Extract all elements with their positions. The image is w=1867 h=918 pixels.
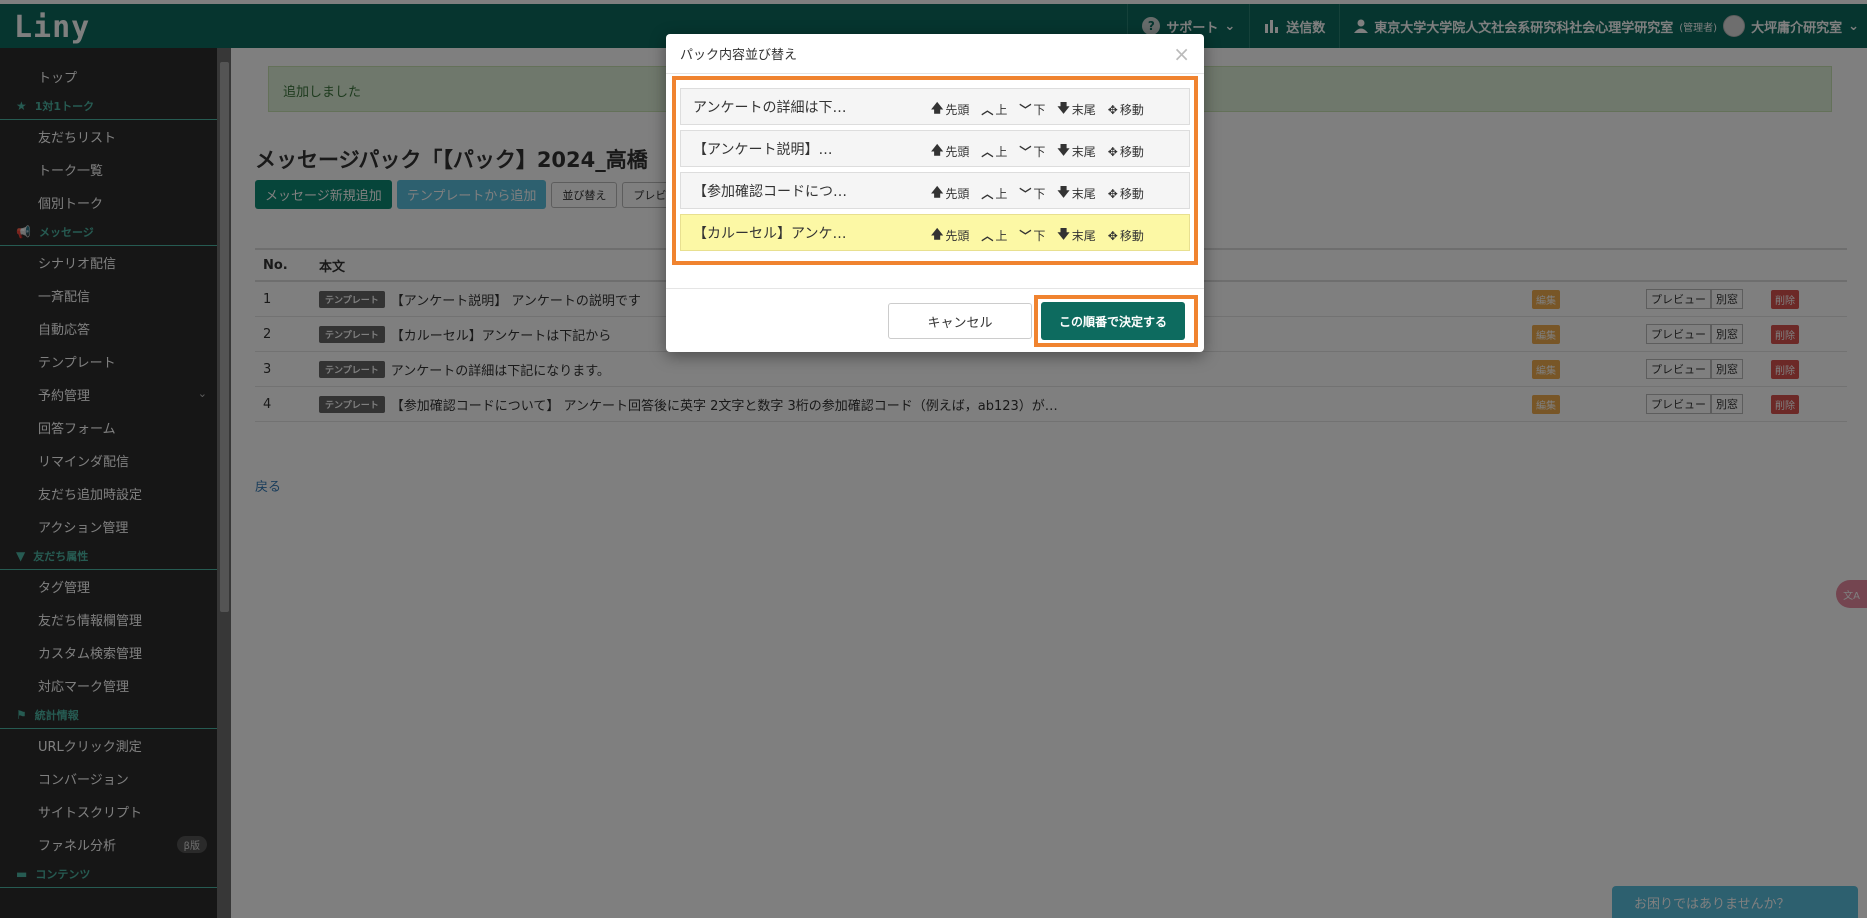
modal-header: パック内容並び替え × (666, 34, 1204, 74)
move-label: 移動 (1119, 229, 1144, 243)
move-down-label: 下 (1033, 187, 1046, 201)
chevron-up-icon: ︿ (981, 103, 994, 117)
move-last-button[interactable]: 🡇 末尾 (1057, 99, 1095, 120)
move-down-button[interactable]: ﹀ 下 (1019, 141, 1045, 162)
drag-handle[interactable]: ✥ 移動 (1108, 225, 1144, 246)
reorder-item[interactable]: 【カルーセル】アンケ… 🡅 先頭 ︿ 上 ﹀ 下 🡇 末尾 ✥ 移動 (680, 214, 1190, 251)
move-last-label: 末尾 (1071, 187, 1096, 201)
move-first-button[interactable]: 🡅 先頭 (931, 225, 969, 246)
reorder-actions: 🡅 先頭 ︿ 上 ﹀ 下 🡇 末尾 ✥ 移動 (931, 183, 1144, 204)
move-last-label: 末尾 (1071, 103, 1096, 117)
move-last-button[interactable]: 🡇 末尾 (1057, 225, 1095, 246)
drag-handle[interactable]: ✥ 移動 (1108, 99, 1144, 120)
move-down-label: 下 (1033, 103, 1046, 117)
move-arrows-icon: ✥ (1107, 144, 1118, 159)
move-down-button[interactable]: ﹀ 下 (1019, 99, 1045, 120)
arrow-down-bold-icon: 🡇 (1057, 227, 1070, 241)
close-icon[interactable]: × (1173, 42, 1190, 66)
move-down-label: 下 (1033, 145, 1046, 159)
arrow-down-bold-icon: 🡇 (1057, 185, 1070, 199)
reorder-item[interactable]: 【参加確認コードにつ… 🡅 先頭 ︿ 上 ﹀ 下 🡇 末尾 ✥ 移動 (680, 172, 1190, 209)
chevron-down-icon: ﹀ (1019, 187, 1032, 201)
arrow-down-bold-icon: 🡇 (1057, 101, 1070, 115)
reorder-modal: パック内容並び替え × アンケートの詳細は下… 🡅 先頭 ︿ 上 ﹀ 下 🡇 末尾 ✥ 移動 【アンケ… (666, 34, 1204, 352)
move-up-label: 上 (995, 145, 1008, 159)
reorder-item[interactable]: 【アンケート説明】… 🡅 先頭 ︿ 上 ﹀ 下 🡇 末尾 ✥ 移動 (680, 130, 1190, 167)
move-arrows-icon: ✥ (1107, 102, 1118, 117)
cancel-button[interactable]: キャンセル (888, 303, 1032, 339)
confirm-order-button[interactable]: この順番で決定する (1041, 302, 1185, 340)
reorder-item-text: 【参加確認コードにつ… (693, 183, 847, 200)
move-last-button[interactable]: 🡇 末尾 (1057, 183, 1095, 204)
chevron-down-icon: ﹀ (1019, 103, 1032, 117)
move-label: 移動 (1119, 103, 1144, 117)
reorder-item-text: 【カルーセル】アンケ… (693, 225, 847, 242)
move-up-label: 上 (995, 187, 1008, 201)
move-first-button[interactable]: 🡅 先頭 (931, 99, 969, 120)
move-up-label: 上 (995, 103, 1008, 117)
move-up-button[interactable]: ︿ 上 (981, 183, 1007, 204)
move-up-label: 上 (995, 229, 1008, 243)
move-down-label: 下 (1033, 229, 1046, 243)
move-down-button[interactable]: ﹀ 下 (1019, 225, 1045, 246)
move-last-button[interactable]: 🡇 末尾 (1057, 141, 1095, 162)
reorder-item[interactable]: アンケートの詳細は下… 🡅 先頭 ︿ 上 ﹀ 下 🡇 末尾 ✥ 移動 (680, 88, 1190, 125)
move-first-label: 先頭 (945, 145, 970, 159)
reorder-actions: 🡅 先頭 ︿ 上 ﹀ 下 🡇 末尾 ✥ 移動 (931, 99, 1144, 120)
arrow-up-bold-icon: 🡅 (931, 101, 944, 115)
chevron-up-icon: ︿ (981, 187, 994, 201)
move-first-button[interactable]: 🡅 先頭 (931, 183, 969, 204)
chevron-down-icon: ﹀ (1019, 145, 1032, 159)
move-first-label: 先頭 (945, 187, 970, 201)
chevron-up-icon: ︿ (981, 145, 994, 159)
move-last-label: 末尾 (1071, 145, 1096, 159)
move-up-button[interactable]: ︿ 上 (981, 99, 1007, 120)
move-up-button[interactable]: ︿ 上 (981, 141, 1007, 162)
drag-handle[interactable]: ✥ 移動 (1108, 141, 1144, 162)
move-arrows-icon: ✥ (1107, 228, 1118, 243)
move-label: 移動 (1119, 145, 1144, 159)
reorder-actions: 🡅 先頭 ︿ 上 ﹀ 下 🡇 末尾 ✥ 移動 (931, 225, 1144, 246)
reorder-list: アンケートの詳細は下… 🡅 先頭 ︿ 上 ﹀ 下 🡇 末尾 ✥ 移動 【アンケート説明】… 🡅 先頭 ︿ 上 ﹀… (672, 76, 1198, 265)
reorder-item-text: アンケートの詳細は下… (693, 99, 847, 116)
arrow-up-bold-icon: 🡅 (931, 227, 944, 241)
arrow-up-bold-icon: 🡅 (931, 185, 944, 199)
move-first-label: 先頭 (945, 103, 970, 117)
reorder-actions: 🡅 先頭 ︿ 上 ﹀ 下 🡇 末尾 ✥ 移動 (931, 141, 1144, 162)
modal-divider (666, 288, 1204, 289)
chevron-down-icon: ﹀ (1019, 229, 1032, 243)
move-up-button[interactable]: ︿ 上 (981, 225, 1007, 246)
drag-handle[interactable]: ✥ 移動 (1108, 183, 1144, 204)
move-first-button[interactable]: 🡅 先頭 (931, 141, 969, 162)
modal-title: パック内容並び替え (680, 48, 798, 63)
move-last-label: 末尾 (1071, 229, 1096, 243)
move-label: 移動 (1119, 187, 1144, 201)
arrow-up-bold-icon: 🡅 (931, 143, 944, 157)
arrow-down-bold-icon: 🡇 (1057, 143, 1070, 157)
move-down-button[interactable]: ﹀ 下 (1019, 183, 1045, 204)
reorder-item-text: 【アンケート説明】… (693, 141, 833, 158)
move-first-label: 先頭 (945, 229, 970, 243)
move-arrows-icon: ✥ (1107, 186, 1118, 201)
chevron-up-icon: ︿ (981, 229, 994, 243)
